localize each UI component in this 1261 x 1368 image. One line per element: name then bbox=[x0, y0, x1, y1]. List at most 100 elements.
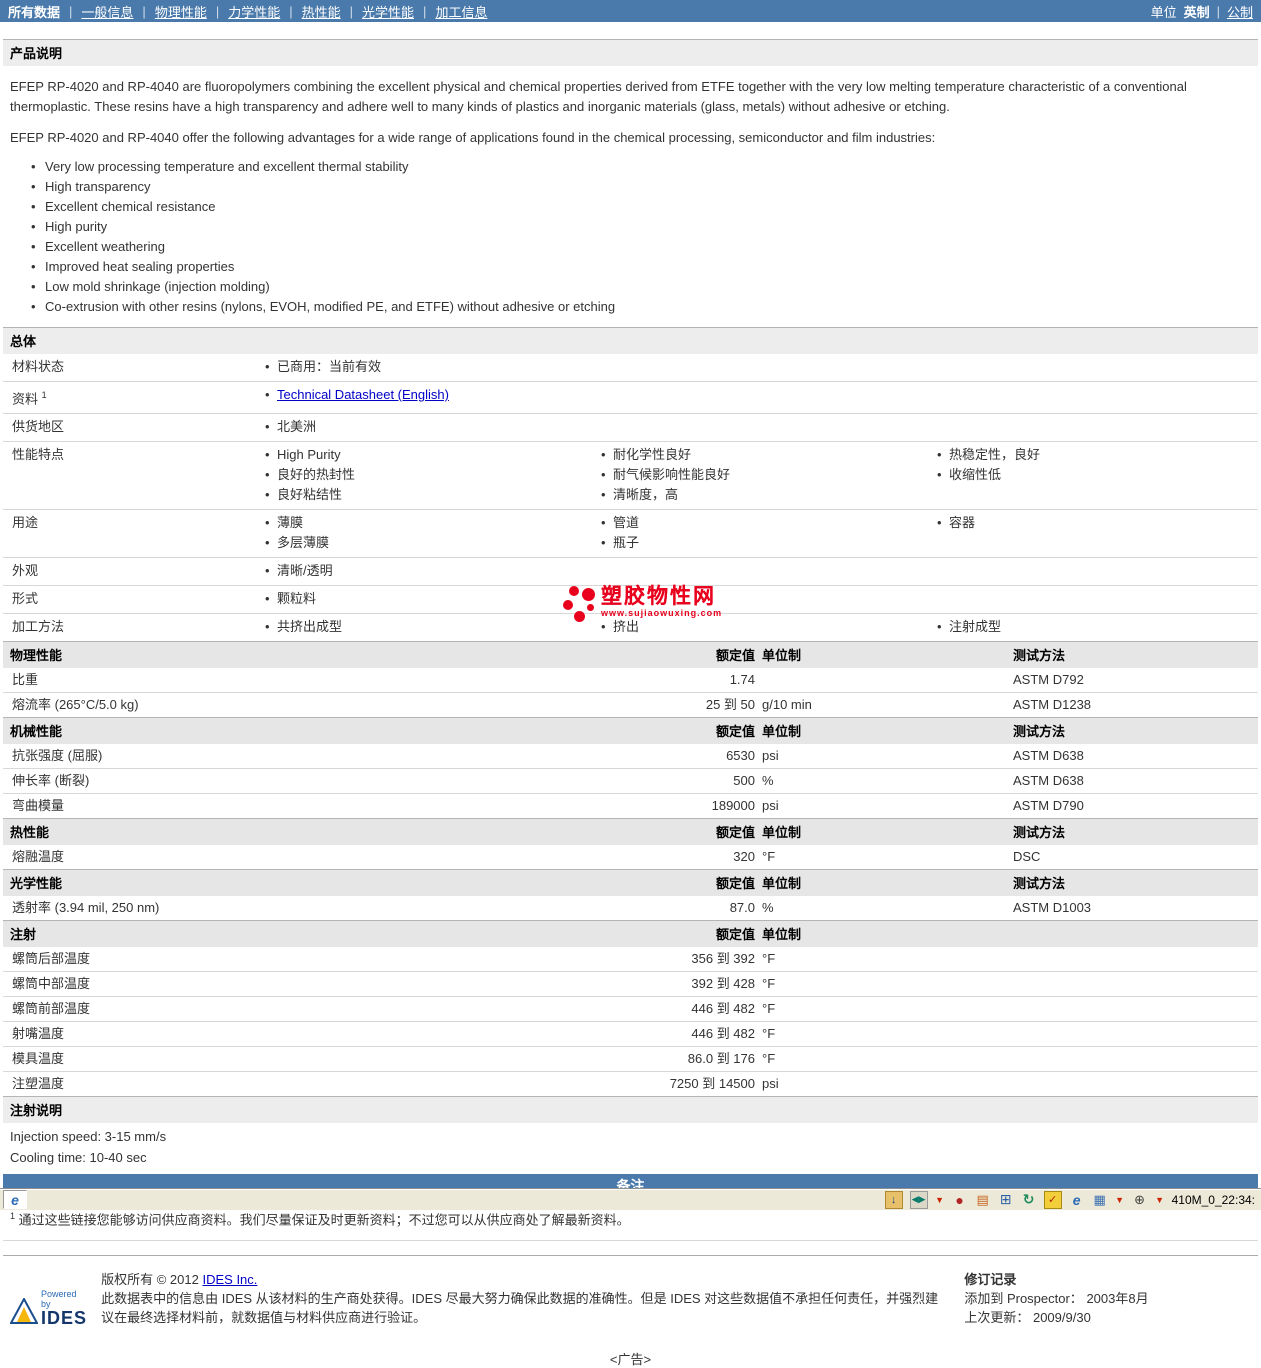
revision-updated-value: 2009/9/30 bbox=[1032, 1309, 1091, 1325]
table-row: 比重 1.74 ASTM D792 bbox=[12, 672, 1084, 688]
unit-metric-link[interactable]: 公制 bbox=[1227, 2, 1253, 21]
table-row: 伸长率 (断裂) 500 % ASTM D638 bbox=[3, 768, 1258, 793]
main-content: 产品说明 EFEP RP-4020 and RP-4040 are fluoro… bbox=[0, 39, 1261, 1368]
row-value: 已商用：当前有效 bbox=[255, 357, 591, 377]
ides-wordmark: IDES bbox=[41, 1307, 88, 1328]
list-item: Improved heat sealing properties bbox=[31, 257, 1258, 277]
dropdown-arrow-icon[interactable]: ▼ bbox=[935, 1192, 945, 1208]
row-value: 良好的热封性 bbox=[255, 465, 591, 485]
section-header-product-description: 产品说明 bbox=[3, 39, 1258, 66]
general-row-appearance: 外观 清晰/透明 bbox=[3, 557, 1258, 585]
row-value: 多层薄膜 bbox=[255, 533, 591, 553]
list-item: Low mold shrinkage (injection molding) bbox=[31, 277, 1258, 297]
revision-added-label: 添加到 Prospector： bbox=[964, 1290, 1083, 1306]
nav-separator: | bbox=[215, 3, 220, 19]
row-value: 瓶子 bbox=[591, 533, 927, 553]
nav-separator: | bbox=[423, 3, 427, 19]
row-value: 热稳定性，良好 bbox=[927, 445, 1258, 465]
nav-item-processing[interactable]: 加工信息 bbox=[435, 2, 487, 21]
nav-item-optical[interactable]: 光学性能 bbox=[362, 2, 414, 21]
nav-separator: | bbox=[142, 3, 146, 19]
general-row-material-status: 材料状态 已商用：当前有效 bbox=[3, 354, 1258, 381]
row-value: 管道 bbox=[591, 513, 927, 533]
new-page-icon[interactable]: ▤ bbox=[975, 1192, 991, 1208]
status-bar-text: 410M_0_22:34: bbox=[1171, 1192, 1255, 1207]
optical-properties-table: 光学性能 额定值 单位制 测试方法 透射率 (3.94 mil, 250 nm)… bbox=[3, 869, 1258, 920]
advantage-list: Very low processing temperature and exce… bbox=[31, 157, 1258, 317]
row-label: 加工方法 bbox=[12, 619, 65, 635]
row-value: 共挤出成型 bbox=[255, 617, 591, 637]
ie-icon[interactable]: e bbox=[1069, 1192, 1085, 1208]
row-value: 薄膜 bbox=[255, 513, 591, 533]
ie-page-icon: e bbox=[11, 1191, 19, 1208]
row-label: 用途 bbox=[12, 515, 39, 531]
media-control-icon[interactable]: ◀▶ bbox=[909, 1190, 928, 1209]
top-nav: 所有数据 | 一般信息 | 物理性能 | 力学性能 | 热性能 | 光学性能 | 加工信息 … bbox=[0, 0, 1261, 22]
list-item: Very low processing temperature and exce… bbox=[31, 157, 1258, 177]
ad-placeholder: <广告> bbox=[609, 1351, 652, 1367]
row-label: 资料 1 bbox=[12, 390, 47, 407]
note-line: Injection speed: 3-15 mm/s bbox=[10, 1129, 167, 1145]
footnote-marker: 1 bbox=[10, 1211, 16, 1222]
technical-datasheet-link[interactable]: Technical Datasheet (English) bbox=[277, 387, 449, 402]
zoom-icon[interactable]: ⊕ bbox=[1132, 1192, 1148, 1208]
table-row: 射嘴温度 446 到 482 °F bbox=[3, 1021, 1258, 1046]
globe-icon[interactable]: ● bbox=[952, 1192, 968, 1208]
nav-item-thermal[interactable]: 热性能 bbox=[302, 2, 341, 21]
revision-title: 修订记录 bbox=[964, 1271, 1017, 1287]
nav-separator: | bbox=[289, 3, 293, 19]
revision-updated-label: 上次更新： bbox=[964, 1309, 1030, 1325]
list-item: Co-extrusion with other resins (nylons, … bbox=[31, 297, 1258, 317]
table-row: 螺筒中部温度 392 到 428 °F bbox=[3, 971, 1258, 996]
list-item: Excellent weathering bbox=[31, 237, 1258, 257]
footnote-marker: 1 bbox=[41, 390, 47, 400]
general-row-uses: 用途 薄膜 多层薄膜 管道 瓶子 容器 bbox=[3, 509, 1258, 557]
general-row-form: 形式 颗粒料 bbox=[3, 585, 1258, 613]
section-header-general: 总体 bbox=[3, 327, 1258, 354]
open-window-icon[interactable]: ⊞ bbox=[998, 1191, 1014, 1208]
row-value: 收缩性低 bbox=[927, 465, 1258, 485]
powered-by-label: Powered by bbox=[41, 1288, 77, 1309]
clipboard-icon[interactable]: ✓ bbox=[1043, 1190, 1062, 1209]
thermal-properties-table: 热性能 额定值 单位制 测试方法 熔融温度 320 °F DSC bbox=[3, 818, 1258, 869]
mechanical-properties-table: 机械性能 额定值 单位制 测试方法 抗张强度 (屈服) 6530 psi AST… bbox=[3, 717, 1258, 818]
table-row: 熔融温度 320 °F DSC bbox=[12, 849, 1041, 865]
table-row: 注塑温度 7250 到 14500 psi bbox=[3, 1071, 1258, 1096]
table-row: 透射率 (3.94 mil, 250 nm) 87.0 % ASTM D1003 bbox=[12, 900, 1092, 916]
row-value: High Purity bbox=[255, 445, 591, 465]
nav-item-mechanical[interactable]: 力学性能 bbox=[228, 2, 280, 21]
status-bar-tools: ↓ ◀▶ ▼ ● ▤ ⊞ ↻ ✓ e ▦ ▼ ⊕ ▼ 410M_0_22:34: bbox=[884, 1190, 1261, 1209]
dropdown-arrow-icon[interactable]: ▼ bbox=[1155, 1192, 1165, 1208]
download-icon[interactable]: ↓ bbox=[884, 1190, 903, 1209]
general-row-processing-method: 加工方法 共挤出成型 挤出 注射成型 bbox=[3, 613, 1258, 641]
copyright-label: 版权所有 bbox=[101, 1271, 154, 1287]
product-paragraph-2: EFEP RP-4020 and RP-4040 offer the follo… bbox=[10, 130, 936, 145]
list-item: High transparency bbox=[31, 177, 1258, 197]
table-header: 物理性能 额定值 单位制 测试方法 bbox=[3, 641, 1258, 669]
cascade-windows-icon[interactable]: ▦ bbox=[1092, 1192, 1108, 1208]
unit-switcher: 单位 英制 | 公制 bbox=[1151, 2, 1253, 21]
table-row: 螺筒前部温度 446 到 482 °F bbox=[3, 996, 1258, 1021]
nav-separator: | bbox=[69, 3, 73, 19]
ides-inc-link[interactable]: IDES Inc. bbox=[202, 1272, 257, 1287]
general-row-availability: 供货地区 北美洲 bbox=[3, 413, 1258, 441]
table-row: 熔流率 (265°C/5.0 kg) 25 到 50 g/10 min ASTM… bbox=[3, 692, 1258, 717]
status-page-indicator: e bbox=[3, 1190, 27, 1209]
unit-label: 单位 bbox=[1150, 4, 1177, 20]
nav-item-general-info[interactable]: 一般信息 bbox=[81, 2, 133, 21]
nav-links: 所有数据 | 一般信息 | 物理性能 | 力学性能 | 热性能 | 光学性能 | 加工信息 bbox=[8, 2, 487, 21]
table-header: 光学性能 额定值 单位制 测试方法 bbox=[3, 869, 1258, 897]
table-row: 弯曲模量 189000 psi ASTM D790 bbox=[3, 793, 1258, 818]
unit-imperial[interactable]: 英制 bbox=[1184, 2, 1210, 21]
physical-properties-table: 物理性能 额定值 单位制 测试方法 比重 1.74 ASTM D792 熔流率 … bbox=[3, 641, 1258, 717]
table-row: 螺筒后部温度 356 到 392 °F bbox=[12, 951, 776, 967]
nav-separator: | bbox=[349, 3, 354, 19]
nav-item-physical[interactable]: 物理性能 bbox=[155, 2, 207, 21]
dropdown-arrow-icon[interactable]: ▼ bbox=[1115, 1192, 1125, 1208]
nav-item-all-data[interactable]: 所有数据 bbox=[8, 2, 60, 21]
row-label: 材料状态 bbox=[12, 359, 65, 374]
refresh-icon[interactable]: ↻ bbox=[1021, 1191, 1037, 1208]
ides-logo-icon bbox=[9, 1296, 39, 1327]
row-label: 供货地区 bbox=[12, 419, 65, 435]
table-header: 注射 额定值 单位制 bbox=[3, 920, 1258, 948]
